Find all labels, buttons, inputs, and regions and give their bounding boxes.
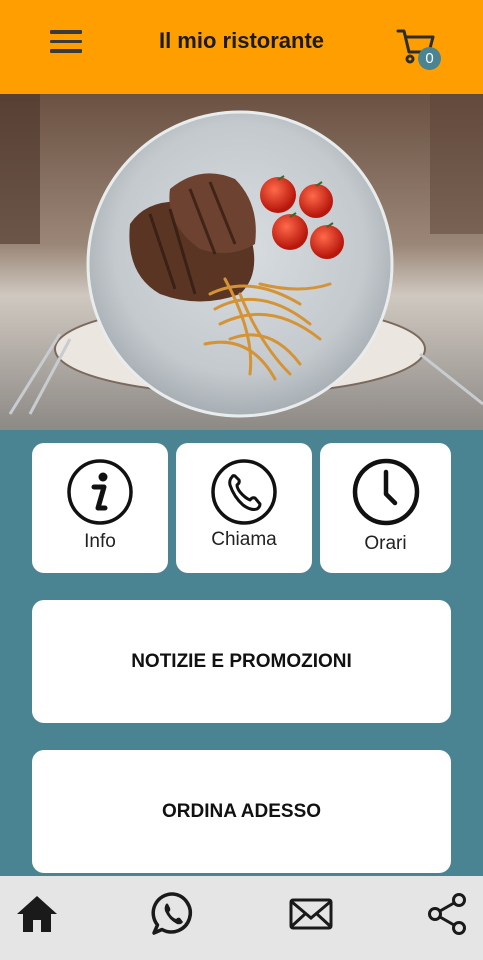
info-tile[interactable]: Info — [32, 443, 168, 573]
hero-food-image — [0, 94, 483, 430]
hours-label: Orari — [364, 533, 407, 554]
phone-icon — [211, 459, 277, 525]
call-label: Chiama — [211, 529, 277, 550]
cart-count-badge: 0 — [418, 47, 441, 70]
order-now-button[interactable]: ORDINA ADESSO — [32, 750, 451, 873]
mail-icon[interactable] — [287, 890, 335, 938]
hours-tile[interactable]: Orari — [320, 443, 451, 573]
share-icon[interactable] — [423, 890, 471, 938]
news-promotions-button[interactable]: NOTIZIE E PROMOZIONI — [32, 600, 451, 723]
bottom-navigation — [0, 876, 483, 960]
clock-icon — [352, 458, 420, 526]
home-icon[interactable] — [13, 890, 61, 938]
whatsapp-icon[interactable] — [149, 890, 197, 938]
info-label: Info — [84, 531, 116, 552]
app-header: Il mio ristorante 0 — [0, 0, 483, 94]
call-tile[interactable]: Chiama — [176, 443, 312, 573]
info-icon — [67, 459, 133, 525]
